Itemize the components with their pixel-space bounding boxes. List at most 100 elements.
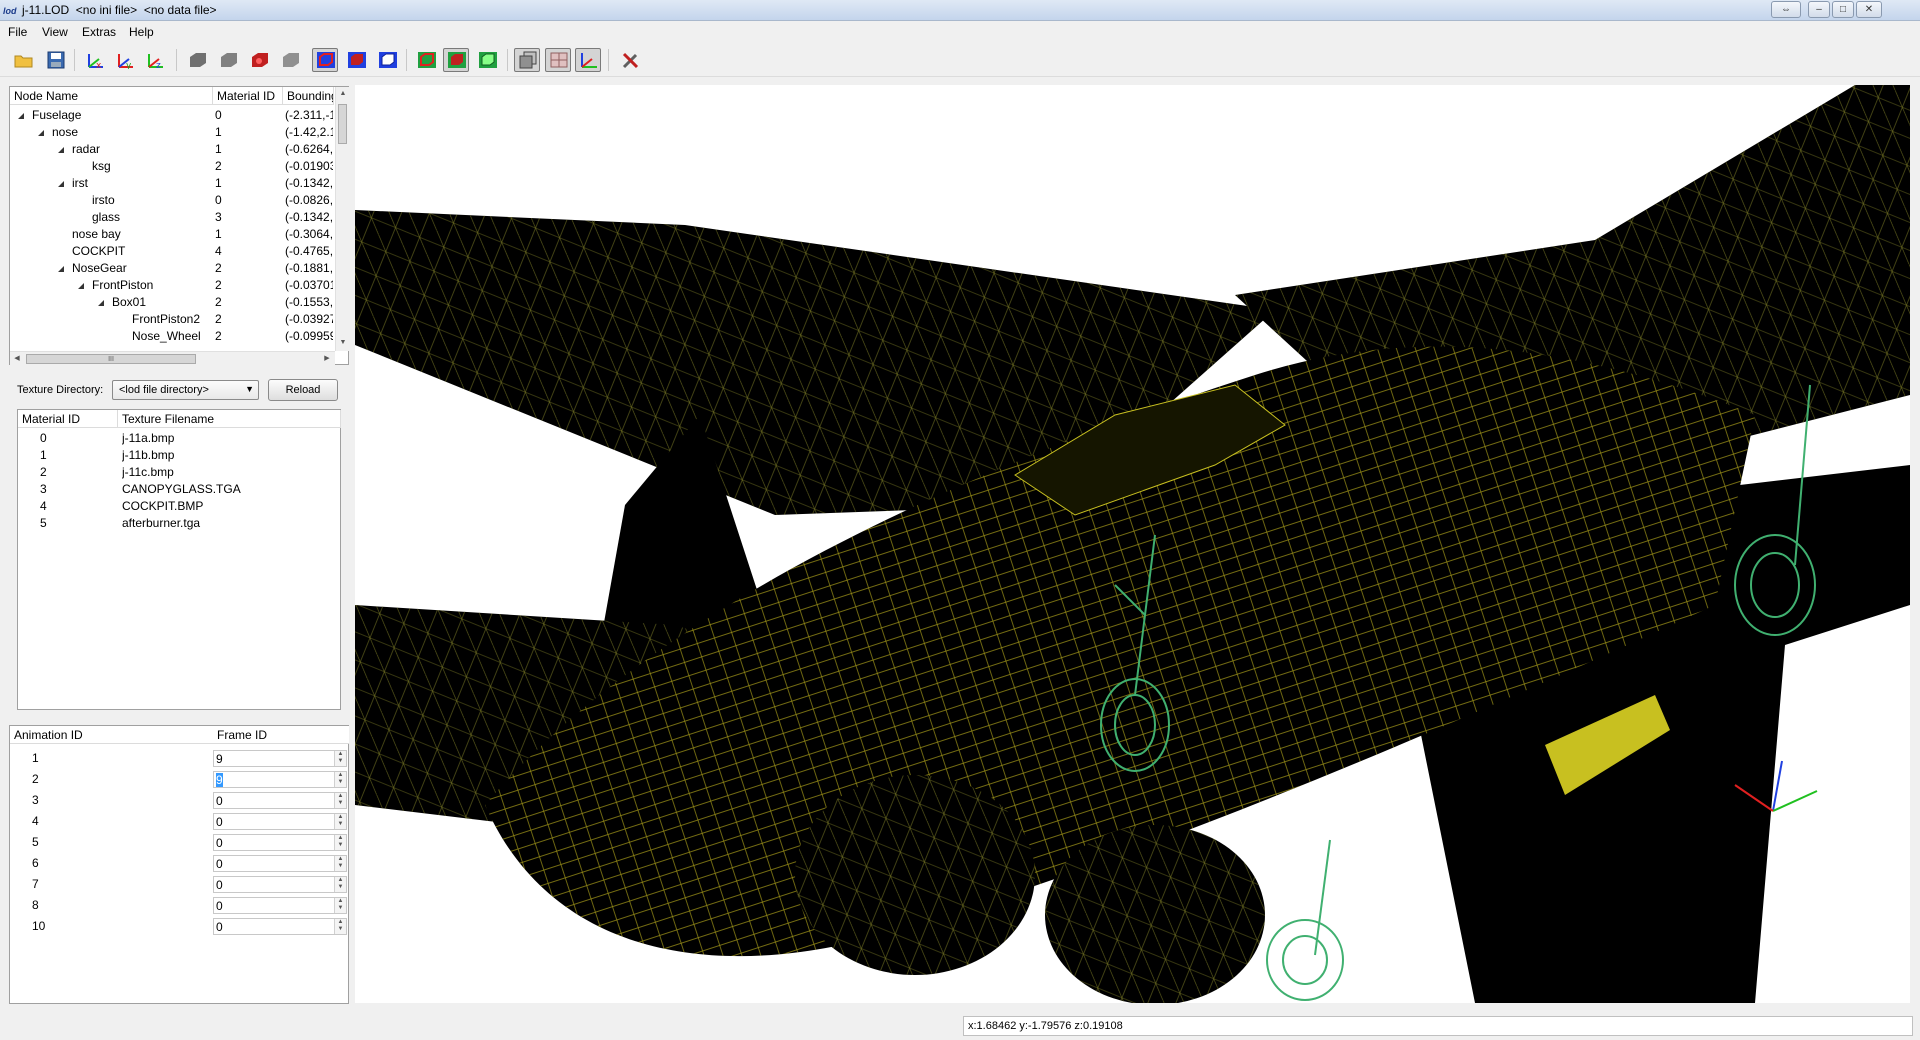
header-animation-id[interactable]: Animation ID (10, 726, 213, 744)
tree-row[interactable]: ◢ irst 1 (-0.1342,6 (10, 175, 335, 192)
green-red-icon[interactable] (413, 48, 439, 72)
texture-row[interactable]: 1 j-11b.bmp (18, 447, 340, 464)
scroll-up-icon[interactable]: ▲ (337, 88, 349, 100)
green-box-icon[interactable] (474, 48, 500, 72)
spin-arrows-icon[interactable]: ▲ ▼ (334, 751, 346, 766)
texture-directory-dropdown[interactable]: <lod file directory> ▼ (112, 380, 259, 400)
expand-toggle-icon[interactable]: ◢ (58, 175, 64, 192)
spin-arrows-icon[interactable]: ▲ ▼ (334, 793, 346, 808)
frame-id-stepper[interactable]: 0 ▲ ▼ (213, 855, 347, 872)
expand-toggle-icon[interactable]: ◢ (78, 277, 84, 294)
texture-row[interactable]: 2 j-11c.bmp (18, 464, 340, 481)
hscroll-thumb[interactable]: III (26, 354, 196, 364)
texture-row[interactable]: 4 COCKPIT.BMP (18, 498, 340, 515)
frame-id-value[interactable]: 0 (216, 920, 223, 934)
tree-row[interactable]: glass 3 (-0.1342,6 (10, 209, 335, 226)
frame-id-stepper[interactable]: 0 ▲ ▼ (213, 897, 347, 914)
show-axes-icon[interactable] (575, 48, 601, 72)
frame-id-value[interactable]: 0 (216, 794, 223, 808)
texture-row[interactable]: 3 CANOPYGLASS.TGA (18, 481, 340, 498)
tree-row[interactable]: COCKPIT 4 (-0.4765,3 (10, 243, 335, 260)
frame-id-value[interactable]: 0 (216, 836, 223, 850)
tree-row[interactable]: nose bay 1 (-0.3064,2 (10, 226, 335, 243)
scroll-left-icon[interactable]: ◀ (11, 353, 23, 365)
textured-shade-icon[interactable] (246, 48, 272, 72)
scroll-down-icon[interactable]: ▼ (337, 337, 349, 349)
tree-vertical-scrollbar[interactable]: ▲ ▼ (335, 87, 349, 351)
3d-viewport[interactable] (355, 85, 1910, 1003)
minimize-button[interactable]: – (1808, 1, 1830, 18)
tree-row[interactable]: FrontPiston2 2 (-0.03927, (10, 311, 335, 328)
frame-id-value[interactable]: 0 (216, 899, 223, 913)
texture-row[interactable]: 0 j-11a.bmp (18, 430, 340, 447)
restore-window-button[interactable]: ⇔ (1771, 1, 1801, 18)
tree-row[interactable]: ◢ Fuselage 0 (-2.311,-1 (10, 107, 335, 124)
reload-button[interactable]: Reload (268, 379, 338, 401)
frame-id-stepper[interactable]: 0 ▲ ▼ (213, 813, 347, 830)
expand-toggle-icon[interactable]: ◢ (38, 124, 44, 141)
maximize-button[interactable]: □ (1832, 1, 1854, 18)
frame-id-value[interactable]: 0 (216, 878, 223, 892)
header-material-id[interactable]: Material ID (18, 410, 118, 428)
header-material-id[interactable]: Material ID (213, 87, 283, 105)
tools-wrench-icon[interactable] (617, 48, 643, 72)
tree-row[interactable]: ◢ nose 1 (-1.42,2.1( (10, 124, 335, 141)
frame-id-stepper[interactable]: 0 ▲ ▼ (213, 876, 347, 893)
tree-row[interactable]: irsto 0 (-0.0826,6 (10, 192, 335, 209)
tree-row[interactable]: Nose_Wheel 2 (-0.09959, (10, 328, 335, 345)
expand-toggle-icon[interactable]: ◢ (18, 107, 24, 124)
close-button[interactable]: ✕ (1856, 1, 1882, 18)
expand-toggle-icon[interactable]: ◢ (58, 141, 64, 158)
spin-arrows-icon[interactable]: ▲ ▼ (334, 877, 346, 892)
spin-arrows-icon[interactable]: ▲ ▼ (334, 814, 346, 829)
green-solid-icon[interactable] (443, 48, 469, 72)
tree-row[interactable]: ksg 2 (-0.01903, (10, 158, 335, 175)
spin-arrows-icon[interactable]: ▲ ▼ (334, 772, 346, 787)
tree-row[interactable]: ◢ NoseGear 2 (-0.1881,2 (10, 260, 335, 277)
expand-toggle-icon[interactable]: ◢ (58, 260, 64, 277)
menu-view[interactable]: View (42, 25, 68, 39)
rotate-x-axis-icon[interactable]: x (82, 48, 108, 72)
frame-id-value[interactable]: 0 (216, 815, 223, 829)
frame-id-stepper[interactable]: 9 ▲ ▼ (213, 771, 347, 788)
rotate-z-axis-icon[interactable]: z (142, 48, 168, 72)
menu-file[interactable]: File (8, 25, 27, 39)
frame-id-stepper[interactable]: 0 ▲ ▼ (213, 834, 347, 851)
scroll-right-icon[interactable]: ▶ (321, 353, 333, 365)
solid-blue-red-icon[interactable] (343, 48, 369, 72)
tree-row[interactable]: ◢ FrontPiston 2 (-0.03701, (10, 277, 335, 294)
header-bounding[interactable]: Bounding (283, 87, 334, 105)
tree-horizontal-scrollbar[interactable]: ◀ III ▶ (10, 351, 335, 365)
header-frame-id[interactable]: Frame ID (213, 726, 349, 744)
spin-arrows-icon[interactable]: ▲ ▼ (334, 919, 346, 934)
save-disk-icon[interactable] (42, 48, 68, 72)
texture-row[interactable]: 5 afterburner.tga (18, 515, 340, 532)
blue-wireframe-icon[interactable] (374, 48, 400, 72)
rotate-y-axis-icon[interactable]: y (112, 48, 138, 72)
smooth-shade-icon[interactable] (215, 48, 241, 72)
spin-arrows-icon[interactable]: ▲ ▼ (334, 856, 346, 871)
expand-toggle-icon[interactable]: ◢ (98, 294, 104, 311)
texture-grid-icon[interactable] (545, 48, 571, 72)
spin-arrows-icon[interactable]: ▲ ▼ (334, 835, 346, 850)
frame-id-stepper[interactable]: 0 ▲ ▼ (213, 792, 347, 809)
flat-shade-icon[interactable] (184, 48, 210, 72)
frame-id-value[interactable]: 9 (216, 773, 223, 787)
scroll-thumb[interactable] (338, 104, 347, 144)
header-texture-filename[interactable]: Texture Filename (118, 410, 341, 428)
red-wireframe-icon[interactable] (312, 48, 338, 72)
frame-id-stepper[interactable]: 9 ▲ ▼ (213, 750, 347, 767)
open-folder-icon[interactable] (10, 48, 36, 72)
frame-id-stepper[interactable]: 0 ▲ ▼ (213, 918, 347, 935)
menu-help[interactable]: Help (129, 25, 154, 39)
frame-id-value[interactable]: 0 (216, 857, 223, 871)
gray-box-icon[interactable] (277, 48, 303, 72)
tree-row[interactable]: ◢ radar 1 (-0.6264,7 (10, 141, 335, 158)
frame-id-value[interactable]: 9 (216, 752, 223, 766)
layers-icon[interactable] (514, 48, 540, 72)
header-node-name[interactable]: Node Name (10, 87, 213, 105)
spin-arrows-icon[interactable]: ▲ ▼ (334, 898, 346, 913)
node-material-id: 2 (215, 159, 222, 173)
tree-row[interactable]: ◢ Box01 2 (-0.1553,3 (10, 294, 335, 311)
menu-extras[interactable]: Extras (82, 25, 116, 39)
